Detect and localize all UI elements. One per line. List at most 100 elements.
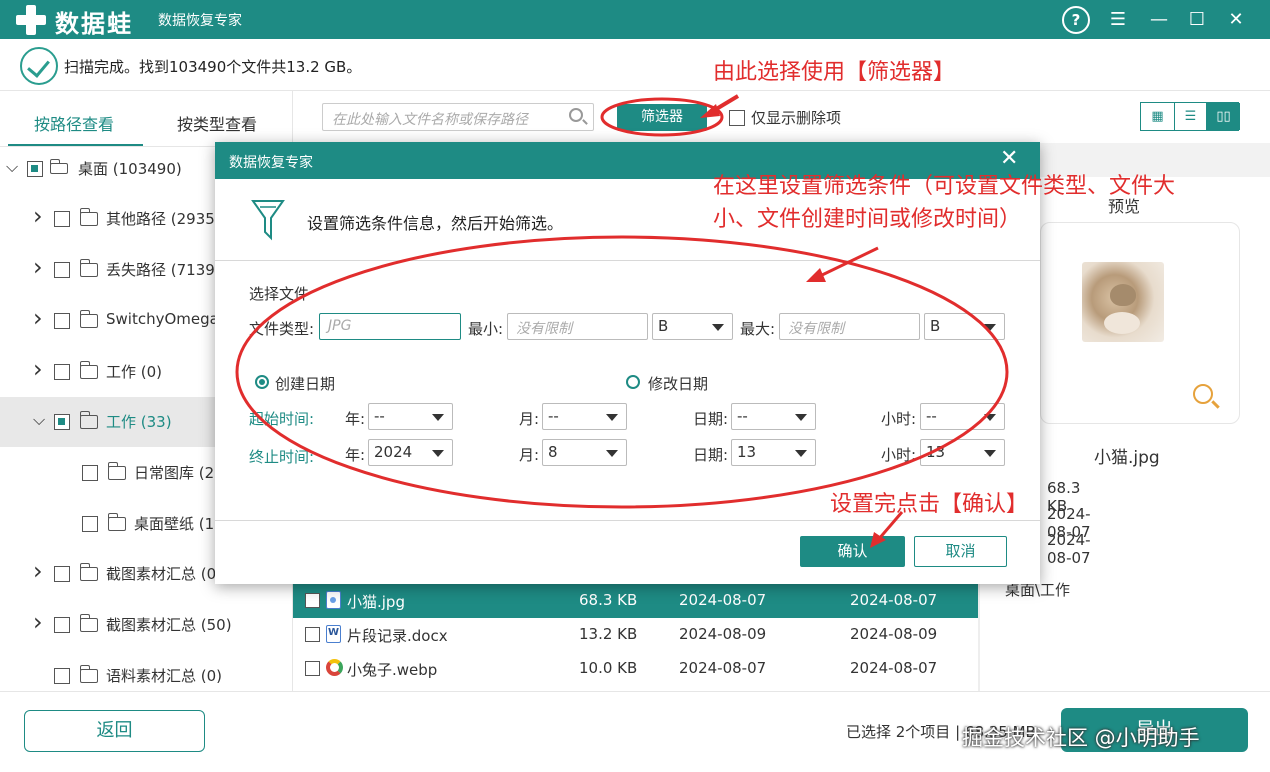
section-title: 选择文件	[249, 285, 310, 303]
min-size-label: 最小:	[468, 320, 504, 338]
app-title: 数据恢复专家	[158, 13, 242, 29]
annotation-click-confirm: 设置完点击【确认】	[830, 492, 1029, 517]
end-day-select[interactable]: 13	[731, 439, 816, 466]
chevron-down-icon	[712, 324, 724, 331]
checkbox[interactable]	[82, 516, 98, 532]
tree-item[interactable]: › 截图素材汇总 (50)	[0, 600, 292, 650]
back-button[interactable]: 返回	[24, 710, 205, 752]
end-year-select[interactable]: 2024	[368, 439, 453, 466]
chevron-right-icon[interactable]: ›	[33, 557, 47, 585]
end-day-label: 日期:	[693, 446, 729, 464]
file-row[interactable]: 片段记录.docx 13.2 KB 2024-08-09 2024-08-09	[293, 617, 978, 652]
check-circle-icon	[20, 47, 58, 85]
start-hour-select[interactable]: --	[920, 403, 1005, 430]
radio-modified-date[interactable]	[626, 375, 640, 389]
tab-by-type[interactable]: 按类型查看	[177, 111, 257, 135]
grid-view-icon[interactable]: ▦	[1141, 103, 1174, 130]
search-icon[interactable]	[569, 108, 583, 122]
file-type-input[interactable]: JPG	[319, 313, 461, 340]
checkbox[interactable]	[54, 414, 70, 430]
file-row[interactable]: 小猫.jpg 68.3 KB 2024-08-07 2024-08-07	[293, 583, 978, 618]
tree-item-label: 截图素材汇总 (50)	[106, 616, 232, 634]
menu-icon[interactable]: ☰	[1104, 6, 1132, 34]
folder-icon	[80, 259, 98, 277]
folder-icon	[80, 563, 98, 581]
preview-thumbnail	[1082, 262, 1164, 342]
max-unit-value: B	[930, 317, 941, 335]
maximize-icon[interactable]: ☐	[1183, 6, 1211, 34]
checkbox[interactable]	[54, 668, 70, 684]
checkbox[interactable]	[54, 313, 70, 329]
chevron-down-icon	[984, 324, 996, 331]
chevron-right-icon[interactable]: ›	[33, 304, 47, 332]
start-year-select[interactable]: --	[368, 403, 453, 430]
chevron-down-icon[interactable]: ⌵	[33, 410, 47, 430]
list-view-icon[interactable]: ☰	[1174, 103, 1207, 130]
file-list: 植物分类.docx0.00 B2024-08-072024-08-07小猫.jp…	[293, 568, 978, 692]
checkbox[interactable]	[27, 161, 43, 177]
checkbox[interactable]	[305, 627, 320, 642]
minimize-icon[interactable]: —	[1145, 6, 1173, 34]
start-month-select[interactable]: --	[542, 403, 627, 430]
max-unit-select[interactable]: B	[924, 313, 1005, 340]
file-type-placeholder: JPG	[328, 318, 352, 334]
file-modified-date: 2024-08-07	[850, 591, 938, 609]
min-unit-select[interactable]: B	[652, 313, 733, 340]
search-input[interactable]: 在此处输入文件名称或保存路径	[322, 103, 594, 131]
chevron-down-icon	[606, 450, 618, 457]
help-icon[interactable]: ?	[1062, 6, 1090, 34]
tab-by-path[interactable]: 按路径查看	[34, 111, 114, 135]
checkbox[interactable]	[305, 593, 320, 608]
max-size-input[interactable]: 没有限制	[779, 313, 920, 340]
chevron-down-icon[interactable]: ⌵	[6, 157, 20, 177]
close-icon[interactable]: ✕	[1222, 6, 1250, 34]
annotation-set-conditions-2: 小、文件创建时间或修改时间）	[713, 207, 1022, 232]
tree-item-label: 日常图库 (2	[134, 464, 215, 482]
end-day-value: 13	[737, 443, 757, 461]
min-size-placeholder: 没有限制	[516, 321, 572, 337]
checkbox[interactable]	[54, 211, 70, 227]
chevron-down-icon	[984, 450, 996, 457]
checkbox[interactable]	[305, 661, 320, 676]
file-modified-date: 2024-08-09	[850, 625, 938, 643]
tree-item-label: 截图素材汇总 (0	[106, 565, 217, 583]
checkbox[interactable]	[54, 566, 70, 582]
checkbox[interactable]	[54, 262, 70, 278]
confirm-button[interactable]: 确认	[800, 536, 905, 567]
checkbox[interactable]	[54, 364, 70, 380]
end-hour-select[interactable]: 13	[920, 439, 1005, 466]
detail-view-icon[interactable]: ▯▯	[1207, 103, 1240, 130]
end-year-value: 2024	[374, 443, 413, 461]
file-row[interactable]: 小兔子.webp 10.0 KB 2024-08-07 2024-08-07	[293, 651, 978, 686]
folder-icon	[80, 665, 98, 683]
cancel-button[interactable]: 取消	[914, 536, 1007, 567]
checkbox-icon[interactable]	[729, 110, 745, 126]
min-size-input[interactable]: 没有限制	[507, 313, 648, 340]
file-name: 小兔子.webp	[347, 661, 438, 679]
tree-item[interactable]: 语料素材汇总 (0)	[0, 651, 292, 691]
tree-item-label: SwitchyOmega	[106, 310, 219, 328]
checkbox[interactable]	[54, 617, 70, 633]
file-created-date: 2024-08-07	[679, 659, 767, 677]
divider	[215, 260, 1040, 261]
chevron-down-icon	[432, 414, 444, 421]
radio-created-date[interactable]	[255, 375, 269, 389]
chevron-right-icon[interactable]: ›	[33, 355, 47, 383]
file-modified-date: 2024-08-07	[850, 659, 938, 677]
filter-button[interactable]: 筛选器	[617, 104, 707, 131]
chevron-down-icon	[432, 450, 444, 457]
end-month-select[interactable]: 8	[542, 439, 627, 466]
start-hour-value: --	[926, 407, 937, 425]
chevron-right-icon[interactable]: ›	[33, 202, 47, 230]
chevron-right-icon[interactable]: ›	[33, 253, 47, 281]
chevron-right-icon[interactable]: ›	[33, 608, 47, 636]
start-day-select[interactable]: --	[731, 403, 816, 430]
folder-icon	[108, 462, 126, 480]
zoom-icon[interactable]	[1193, 384, 1213, 404]
min-unit-value: B	[658, 317, 669, 335]
radio-modified-label[interactable]: 修改日期	[648, 373, 708, 394]
start-day-value: --	[737, 407, 748, 425]
checkbox[interactable]	[82, 465, 98, 481]
only-deleted-checkbox[interactable]: 仅显示删除项	[729, 107, 841, 128]
radio-created-label[interactable]: 创建日期	[275, 373, 335, 394]
